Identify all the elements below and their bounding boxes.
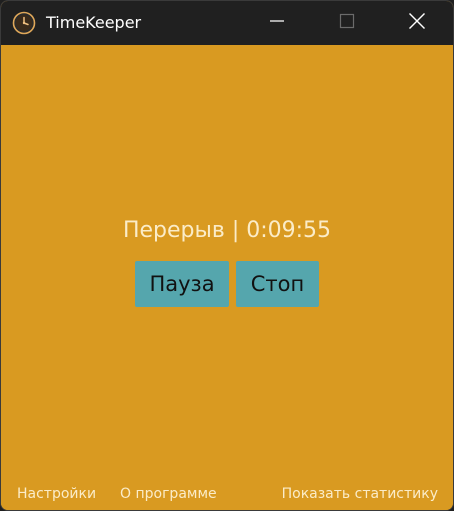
app-window: TimeKeeper Перерыв | 0:09:55 Пауза Стоп … xyxy=(0,0,454,511)
window-title: TimeKeeper xyxy=(46,13,142,32)
minimize-icon xyxy=(269,13,285,33)
about-link[interactable]: О программе xyxy=(120,486,217,502)
clock-icon xyxy=(12,11,36,35)
show-statistics-link[interactable]: Показать статистику xyxy=(282,486,438,502)
close-button[interactable] xyxy=(383,1,451,45)
stop-button[interactable]: Стоп xyxy=(236,261,319,307)
maximize-icon xyxy=(339,13,355,33)
maximize-button[interactable] xyxy=(313,1,381,45)
close-icon xyxy=(408,12,426,34)
main-content: Перерыв | 0:09:55 Пауза Стоп Настройки О… xyxy=(1,45,453,510)
title-bar[interactable]: TimeKeeper xyxy=(1,1,453,45)
pause-button[interactable]: Пауза xyxy=(135,261,229,307)
settings-link[interactable]: Настройки xyxy=(17,486,96,502)
timer-status: Перерыв | 0:09:55 xyxy=(122,218,332,243)
minimize-button[interactable] xyxy=(243,1,311,45)
